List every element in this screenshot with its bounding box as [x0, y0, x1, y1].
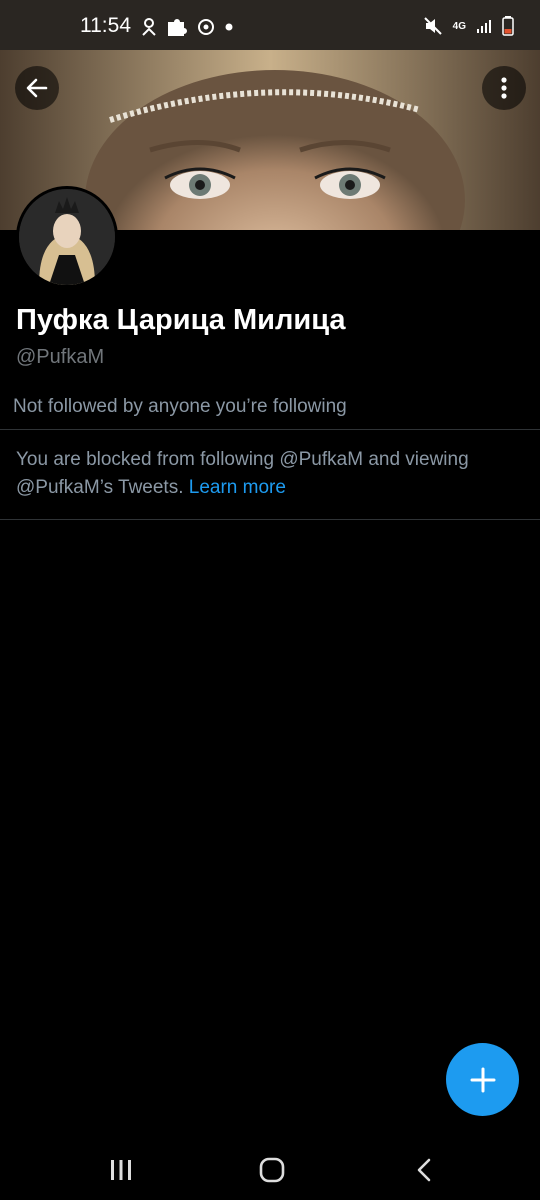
home-icon [259, 1157, 285, 1183]
compose-tweet-button[interactable] [446, 1043, 519, 1116]
dot-icon [225, 23, 233, 31]
recent-apps-button[interactable] [101, 1154, 141, 1186]
status-left-icons [140, 16, 234, 38]
learn-more-link[interactable]: Learn more [189, 477, 286, 498]
plus-icon [470, 1067, 495, 1092]
sync-icon [198, 19, 214, 35]
followers-you-follow-note: Not followed by anyone you’re following [13, 396, 347, 417]
avatar[interactable] [16, 186, 118, 288]
profile-handle: @PufkaM [16, 346, 105, 368]
system-nav-bar [0, 1140, 540, 1200]
more-vertical-icon [501, 77, 507, 99]
blocked-notice: You are blocked from following @PufkaM a… [16, 446, 521, 502]
system-back-button[interactable] [404, 1154, 444, 1186]
signal-icon [477, 20, 491, 33]
network-label: 4G [452, 20, 466, 32]
home-button[interactable] [252, 1154, 292, 1186]
status-time: 11:54 [80, 14, 131, 37]
status-right-icons: 4G [423, 16, 514, 36]
status-bar: 11:54 4G [0, 0, 540, 50]
recent-apps-icon [111, 1160, 131, 1180]
battery-icon [502, 16, 514, 36]
profile-name: Пуфка Царица Милица [16, 304, 346, 336]
arrow-left-icon [26, 78, 48, 98]
weather-icon [142, 18, 156, 36]
mute-icon [423, 17, 442, 35]
divider [0, 519, 540, 520]
puzzle-icon [168, 19, 187, 36]
divider [0, 429, 540, 430]
avatar-image [19, 189, 115, 285]
more-options-button[interactable] [482, 66, 526, 110]
chevron-left-icon [417, 1158, 431, 1182]
back-button[interactable] [15, 66, 59, 110]
